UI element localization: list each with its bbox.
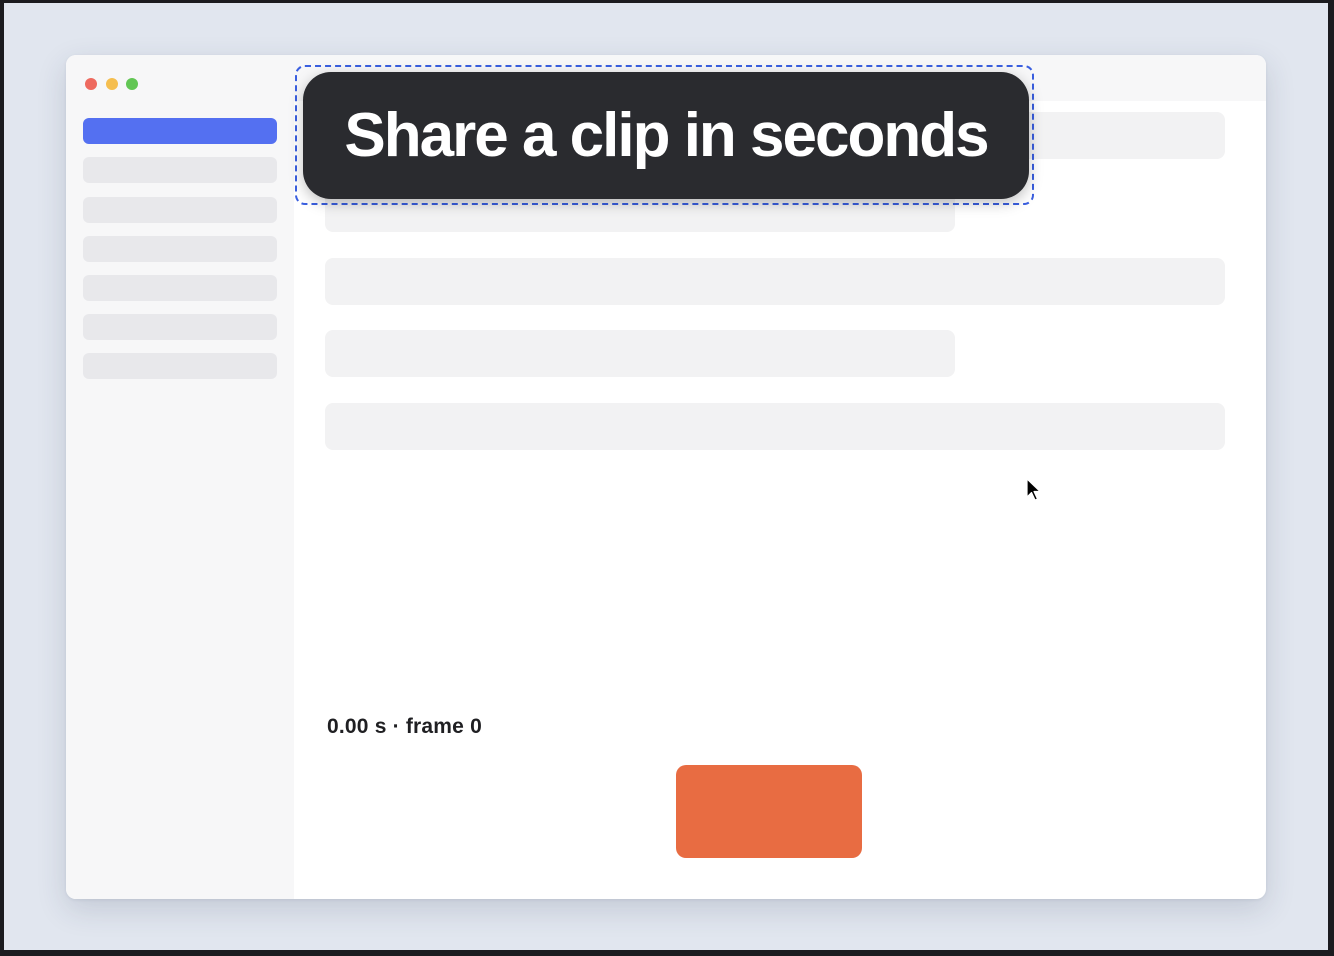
sidebar-item[interactable] bbox=[83, 314, 277, 340]
content-placeholder-row bbox=[325, 258, 1225, 305]
sidebar-item[interactable] bbox=[83, 157, 277, 183]
sidebar bbox=[66, 55, 294, 899]
content-placeholder-row bbox=[325, 330, 955, 377]
canvas-background: 0.00 s · frame 0 Share a clip in seconds bbox=[4, 3, 1328, 950]
sidebar-item[interactable] bbox=[83, 236, 277, 262]
window-close-button[interactable] bbox=[85, 78, 97, 90]
record-button[interactable] bbox=[676, 765, 862, 858]
sidebar-item[interactable] bbox=[83, 197, 277, 223]
timecode-label: 0.00 s · frame 0 bbox=[327, 715, 482, 738]
window-zoom-button[interactable] bbox=[126, 78, 138, 90]
content-placeholder-row bbox=[325, 403, 1225, 450]
sidebar-item-active[interactable] bbox=[83, 118, 277, 144]
callout-banner: Share a clip in seconds bbox=[303, 72, 1029, 199]
callout-text: Share a clip in seconds bbox=[344, 101, 989, 170]
sidebar-item[interactable] bbox=[83, 353, 277, 379]
arrow-pointer-icon bbox=[1026, 478, 1041, 501]
window-minimize-button[interactable] bbox=[106, 78, 118, 90]
sidebar-item[interactable] bbox=[83, 275, 277, 301]
